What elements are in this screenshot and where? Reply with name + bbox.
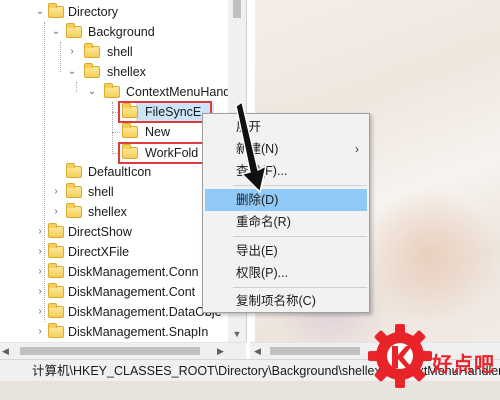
chevron-right-icon[interactable]: ›	[34, 302, 46, 322]
menu-separator	[233, 236, 367, 237]
folder-icon	[48, 223, 64, 238]
tree-item-directxfile[interactable]: › DirectXFile	[0, 242, 228, 262]
menu-item-rename[interactable]: 重命名(R)	[205, 211, 367, 233]
folder-icon	[66, 163, 82, 178]
tree-item-diskmanagement-dataobject[interactable]: › DiskManagement.DataObje	[0, 302, 228, 322]
red-annotation-box	[118, 101, 212, 123]
folder-icon	[66, 23, 82, 38]
tree-item-label: ContextMenuHand	[126, 85, 231, 99]
menu-item-expand[interactable]: 展开	[205, 116, 367, 138]
tree-item-label: Directory	[68, 5, 119, 19]
tree-item-label: New	[145, 125, 171, 139]
tree-item-label: shellex	[107, 65, 146, 79]
menu-item-label: 重命名(R)	[236, 215, 291, 229]
scrollbar-thumb[interactable]	[20, 347, 200, 355]
menu-separator	[233, 287, 367, 288]
scrollbar-thumb[interactable]	[270, 347, 360, 355]
menu-item-label: 删除(D)	[236, 193, 279, 207]
chevron-right-icon[interactable]: ›	[66, 42, 78, 62]
menu-item-delete[interactable]: 删除(D)	[205, 189, 367, 211]
chevron-right-icon[interactable]: ›	[34, 322, 46, 342]
chevron-down-icon[interactable]: ⌄	[34, 2, 46, 22]
tree-item-label: DirectXFile	[68, 245, 130, 259]
tree-horizontal-scrollbar[interactable]: ◀ ▶	[0, 342, 246, 359]
folder-icon	[66, 203, 82, 218]
watermark-text: 好点吧	[432, 352, 495, 376]
chevron-right-icon[interactable]: ›	[50, 202, 62, 222]
menu-item-label: 导出(E)	[236, 244, 278, 258]
menu-item-find[interactable]: 查找(F)...	[205, 160, 367, 182]
folder-icon	[66, 183, 82, 198]
tree-item-diskmanagement-connection[interactable]: › DiskManagement.Conn	[0, 262, 228, 282]
tree-item-shell[interactable]: › shell	[0, 42, 228, 62]
scroll-left-arrow-icon[interactable]: ◀	[2, 343, 9, 359]
scrollbar-thumb[interactable]	[233, 0, 241, 18]
tree-item-new[interactable]: New	[0, 122, 228, 142]
tree-item-directory[interactable]: ⌄ Directory	[0, 2, 228, 22]
folder-icon	[122, 123, 138, 138]
tree-item-shell[interactable]: › shell	[0, 182, 228, 202]
tree-item-label: DiskManagement.SnapIn	[68, 325, 209, 339]
tree-item-label: shell	[107, 45, 133, 59]
tree-item-directshow[interactable]: › DirectShow	[0, 222, 228, 242]
menu-item-export[interactable]: 导出(E)	[205, 240, 367, 262]
chevron-right-icon[interactable]: ›	[34, 282, 46, 302]
tree-item-shellex[interactable]: ⌄ shellex	[0, 62, 228, 82]
tree-item-shellex[interactable]: › shellex	[0, 202, 228, 222]
tree-item-label: DiskManagement.Cont	[68, 285, 196, 299]
tree-item-contextmenuhandlers[interactable]: ⌄ ContextMenuHand	[0, 82, 231, 102]
folder-icon	[84, 63, 100, 78]
chevron-right-icon[interactable]: ›	[50, 182, 62, 202]
folder-icon	[84, 43, 100, 58]
folder-icon	[48, 3, 64, 18]
red-annotation-box	[118, 142, 210, 164]
tree-item-diskmanagement-snapin[interactable]: › DiskManagement.SnapIn	[0, 322, 228, 342]
folder-icon	[48, 303, 64, 318]
tree-item-label: DiskManagement.Conn	[68, 265, 199, 279]
folder-icon	[48, 263, 64, 278]
tree-item-diskmanagement-control[interactable]: › DiskManagement.Cont	[0, 282, 228, 302]
menu-item-label: 权限(P)...	[236, 266, 289, 280]
folder-icon	[48, 323, 64, 338]
tree-item-label: DiskManagement.DataObje	[68, 305, 222, 319]
scroll-right-arrow-icon[interactable]: ▶	[217, 343, 224, 359]
chevron-right-icon[interactable]: ›	[34, 262, 46, 282]
chevron-right-icon[interactable]: ›	[34, 222, 46, 242]
tree-item-label: shell	[88, 185, 114, 199]
menu-item-copy-key-name[interactable]: 复制项名称(C)	[205, 290, 367, 312]
menu-item-new[interactable]: 新建(N) ›	[205, 138, 367, 160]
submenu-arrow-icon: ›	[355, 142, 359, 156]
tree-item-background[interactable]: ⌄ Background	[0, 22, 228, 42]
tree-item-defaulticon[interactable]: DefaultIcon	[0, 162, 228, 182]
tree-item-label: Background	[88, 25, 155, 39]
tree-item-label: shellex	[88, 205, 127, 219]
folder-icon	[48, 283, 64, 298]
context-menu[interactable]: 展开 新建(N) › 查找(F)... 删除(D) 重命名(R) 导出(E) 权…	[202, 113, 370, 313]
folder-icon	[48, 243, 64, 258]
folder-icon	[104, 83, 120, 98]
tree-item-label: DirectShow	[68, 225, 132, 239]
tree-item-label: DefaultIcon	[88, 165, 152, 179]
chevron-down-icon[interactable]: ⌄	[86, 82, 98, 102]
chevron-down-icon[interactable]: ⌄	[50, 22, 62, 42]
annotation-arrow-icon	[235, 101, 267, 193]
scroll-down-arrow-icon[interactable]: ▼	[228, 326, 246, 342]
chevron-down-icon[interactable]: ⌄	[66, 62, 78, 82]
menu-item-label: 复制项名称(C)	[236, 294, 316, 308]
scroll-left-arrow-icon[interactable]: ◀	[254, 343, 261, 359]
chevron-right-icon[interactable]: ›	[34, 242, 46, 262]
menu-item-permissions[interactable]: 权限(P)...	[205, 262, 367, 284]
